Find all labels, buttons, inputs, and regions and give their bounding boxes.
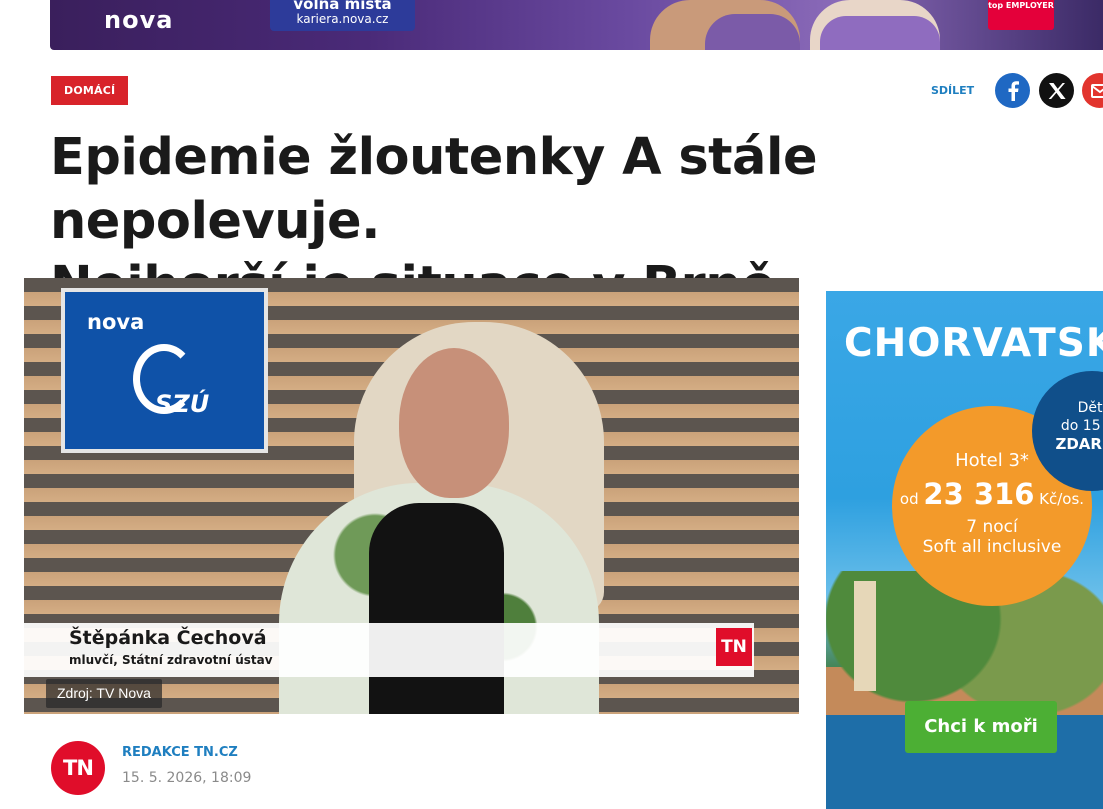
ad-bell-tower: [854, 581, 876, 691]
banner-person-clothes: [705, 14, 800, 50]
article-image[interactable]: nova SZÚ Štěpánka Čechová mluvčí, Státní…: [24, 278, 799, 714]
author-name-link[interactable]: REDAKCE TN.CZ: [122, 745, 238, 760]
share-x-button[interactable]: [1039, 73, 1074, 108]
nova-logo: nova: [104, 6, 174, 34]
jobs-title: volná místa: [293, 0, 392, 13]
title-line-1: Epidemie žloutenky A stále nepolevuje.: [50, 128, 818, 251]
share-email-button[interactable]: [1082, 73, 1103, 108]
lower-third-caption: Štěpánka Čechová mluvčí, Státní zdravotn…: [24, 623, 754, 677]
ad-cta-button[interactable]: Chci k moři: [905, 701, 1057, 753]
side-ad[interactable]: CHORVATSKO Hotel 3* od 23 316 Kč/os. 7 n…: [826, 291, 1103, 809]
tn-channel-logo: TN: [716, 628, 752, 666]
publish-date: 15. 5. 2026, 18:09: [122, 770, 252, 786]
author-avatar[interactable]: TN: [51, 741, 105, 795]
jobs-url: kariera.nova.cz: [296, 12, 389, 26]
x-icon: [1048, 82, 1066, 99]
speaker-name: Štěpánka Čechová: [69, 627, 267, 649]
speaker-face: [399, 348, 509, 498]
sign-brand: nova: [87, 310, 145, 334]
sign-org: SZÚ: [155, 390, 210, 418]
share-label: SDÍLET: [931, 84, 975, 97]
share-facebook-button[interactable]: [995, 73, 1030, 108]
jobs-box: volná místa kariera.nova.cz: [270, 0, 415, 31]
banner-person-clothes: [820, 16, 940, 50]
speaker-shirt: [369, 503, 504, 714]
facebook-icon: [1008, 80, 1019, 101]
ad-board: Soft all inclusive: [922, 537, 1062, 557]
ad-nights: 7 nocí: [966, 517, 1018, 537]
employer-badge: top EMPLOYER: [988, 0, 1054, 30]
ad-title: CHORVATSKO: [844, 321, 1103, 366]
mail-icon: [1090, 83, 1103, 98]
category-tag[interactable]: DOMÁCÍ: [51, 76, 129, 105]
speaker-role: mluvčí, Státní zdravotní ústav: [69, 653, 273, 667]
szu-sign: nova SZÚ: [61, 288, 268, 453]
image-source: Zdroj: TV Nova: [46, 679, 162, 708]
top-banner-ad[interactable]: nova volná místa kariera.nova.cz top EMP…: [50, 0, 1103, 50]
